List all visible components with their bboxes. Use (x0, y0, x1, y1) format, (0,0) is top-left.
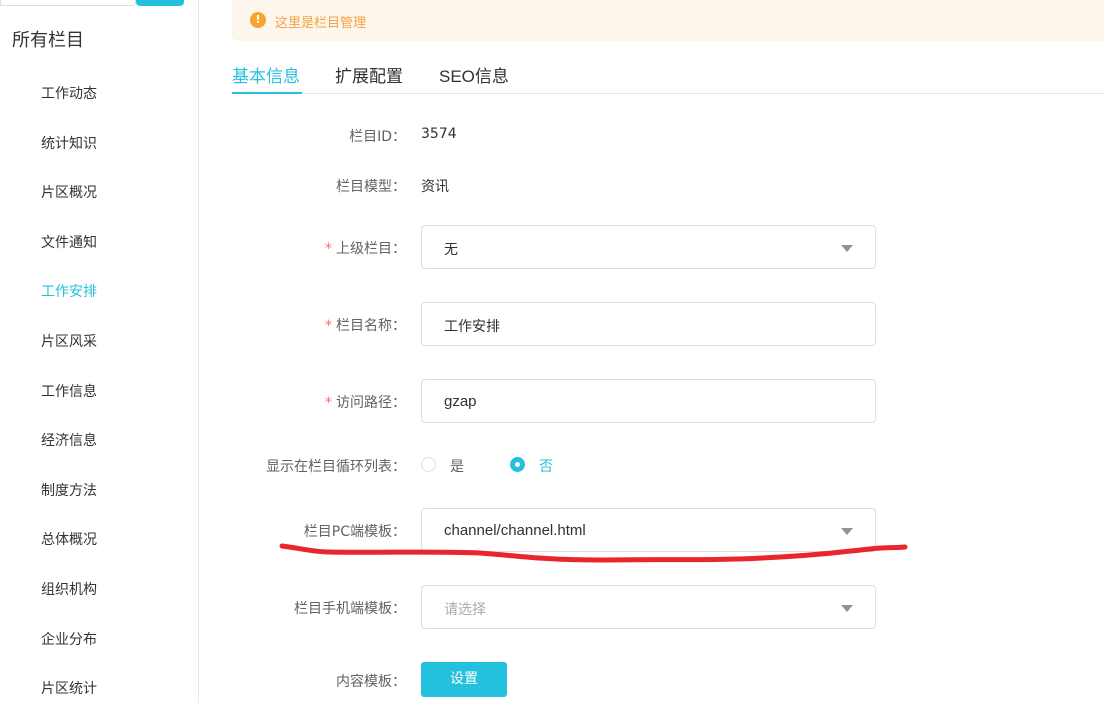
content-template-set-button[interactable]: 设置 (421, 662, 507, 697)
pc-template-value: channel/channel.html (444, 522, 586, 539)
sidebar: 所有栏目 工作动态 统计知识 片区概况 文件通知 工作安排 片区风采 工作信息 … (0, 0, 199, 703)
info-alert: ! 这里是栏目管理 (232, 0, 1104, 41)
tab-basic-info[interactable]: 基本信息 (232, 62, 302, 94)
column-model-value: 资讯 (421, 179, 449, 195)
column-name-label-text: 栏目名称： (336, 318, 406, 334)
access-path-input[interactable]: gzap (421, 379, 876, 423)
parent-column-label: * 上级栏目： (325, 238, 406, 258)
parent-column-label-text: 上级栏目： (336, 241, 406, 257)
column-name-input[interactable]: 工作安排 (421, 302, 876, 346)
column-id-value: 3574 (421, 126, 457, 142)
sidebar-item-organization[interactable]: 组织机构 (0, 566, 199, 616)
parent-column-select[interactable]: 无 (421, 225, 876, 269)
tab-seo-info[interactable]: SEO信息 (439, 62, 509, 94)
column-name-label: * 栏目名称： (325, 315, 406, 335)
sidebar-menu: 工作动态 统计知识 片区概况 文件通知 工作安排 片区风采 工作信息 经济信息 … (0, 70, 199, 703)
column-id-label: 栏目ID： (349, 129, 406, 145)
access-path-label-text: 访问路径： (336, 395, 406, 411)
sidebar-title: 所有栏目 (12, 30, 84, 51)
mobile-template-select[interactable]: 请选择 (421, 585, 876, 629)
tab-bar: 基本信息 扩展配置 SEO信息 (232, 58, 1104, 94)
sidebar-item-economic-info[interactable]: 经济信息 (0, 417, 199, 467)
sidebar-item-district-statistics[interactable]: 片区统计 (0, 665, 199, 703)
column-name-value: 工作安排 (444, 319, 500, 335)
sidebar-search-button[interactable] (136, 0, 184, 6)
parent-column-value: 无 (444, 242, 458, 258)
required-asterisk: * (325, 318, 332, 334)
pc-template-label: 栏目PC端模板： (303, 524, 406, 540)
access-path-value: gzap (444, 393, 477, 410)
pc-template-select[interactable]: channel/channel.html (421, 508, 876, 552)
mobile-template-placeholder: 请选择 (444, 602, 486, 618)
radio-yes-circle (421, 457, 436, 472)
chevron-down-icon (841, 528, 853, 535)
chevron-down-icon (841, 245, 853, 252)
radio-no-circle (510, 457, 525, 472)
tab-extended-config[interactable]: 扩展配置 (335, 62, 403, 94)
sidebar-item-general-overview[interactable]: 总体概况 (0, 516, 199, 566)
warning-icon: ! (250, 12, 266, 28)
sidebar-item-file-notices[interactable]: 文件通知 (0, 219, 199, 269)
alert-text: 这里是栏目管理 (275, 16, 367, 31)
sidebar-search-input[interactable] (0, 0, 136, 6)
mobile-template-label: 栏目手机端模板： (294, 601, 406, 617)
sidebar-item-work-news[interactable]: 工作动态 (0, 70, 199, 120)
sidebar-item-district-style[interactable]: 片区风采 (0, 318, 199, 368)
show-in-loop-label: 显示在栏目循环列表： (266, 459, 406, 475)
content-template-label: 内容模板： (336, 674, 406, 690)
sidebar-item-rules-methods[interactable]: 制度方法 (0, 467, 199, 517)
sidebar-item-work-info[interactable]: 工作信息 (0, 368, 199, 418)
radio-yes-label: 是 (450, 459, 464, 475)
sidebar-item-work-schedule[interactable]: 工作安排 (0, 268, 199, 318)
required-asterisk: * (325, 241, 332, 257)
access-path-label: * 访问路径： (325, 392, 406, 412)
chevron-down-icon (841, 605, 853, 612)
sidebar-item-enterprise-distribution[interactable]: 企业分布 (0, 616, 199, 666)
sidebar-item-district-overview[interactable]: 片区概况 (0, 169, 199, 219)
column-model-label: 栏目模型： (336, 179, 406, 195)
radio-no-label: 否 (539, 459, 553, 475)
required-asterisk: * (325, 395, 332, 411)
sidebar-item-statistics-knowledge[interactable]: 统计知识 (0, 120, 199, 170)
